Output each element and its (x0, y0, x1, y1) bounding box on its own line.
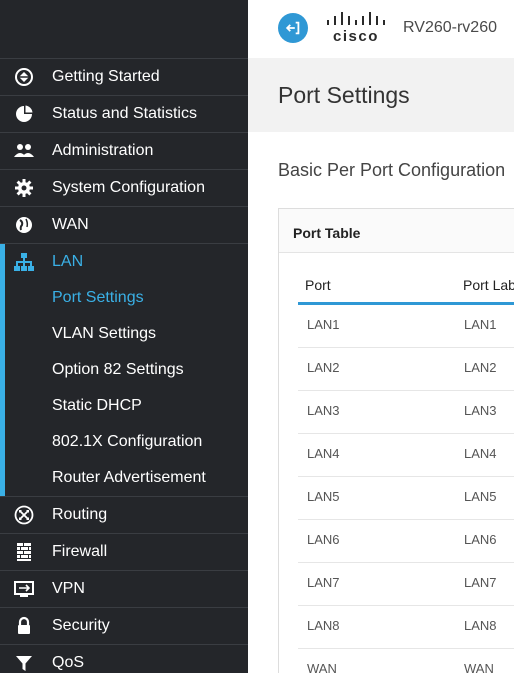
port-cell: LAN3 (307, 403, 340, 418)
table-row[interactable]: LAN2 LAN2 (298, 348, 514, 391)
compass-icon (13, 66, 35, 88)
subnav-option-82-settings[interactable]: Option 82 Settings (52, 352, 184, 388)
routing-icon (13, 504, 35, 526)
port-cell: LAN2 (307, 360, 340, 375)
table-row[interactable]: LAN7 LAN7 (298, 563, 514, 606)
port-table-header: Port Table (279, 209, 514, 253)
nav-label: QoS (52, 654, 85, 671)
table-row[interactable]: LAN6 LAN6 (298, 520, 514, 563)
nav-lan[interactable]: LAN (0, 243, 248, 280)
device-name: RV260-rv260 (403, 19, 497, 36)
port-label-cell: LAN3 (464, 403, 497, 418)
port-cell: LAN4 (307, 446, 340, 461)
column-header-port[interactable]: Port (305, 277, 331, 293)
nav-label: Routing (52, 506, 108, 523)
subnav-port-settings[interactable]: Port Settings (52, 280, 144, 316)
pie-chart-icon (13, 103, 35, 125)
port-cell: LAN1 (307, 317, 340, 332)
table-row[interactable]: WAN WAN (298, 649, 514, 673)
nav-label: Status and Statistics (52, 105, 197, 122)
subnav-router-advertisement[interactable]: Router Advertisement (52, 460, 206, 496)
table-row[interactable]: LAN1 LAN1 (298, 305, 514, 348)
globe-icon (13, 214, 35, 236)
nav-administration[interactable]: Administration (0, 132, 248, 169)
port-cell: LAN8 (307, 618, 340, 633)
page-header: Port Settings (248, 58, 514, 132)
exit-arrow-icon (284, 19, 302, 37)
subnav-static-dhcp[interactable]: Static DHCP (52, 388, 142, 424)
page-title: Port Settings (278, 82, 410, 108)
nav-qos[interactable]: QoS (0, 644, 248, 673)
section-title: Basic Per Port Configuration (278, 160, 506, 180)
nav-firewall[interactable]: Firewall (0, 533, 248, 570)
nav-label: VPN (52, 580, 85, 597)
port-cell: LAN6 (307, 532, 340, 547)
nav-label: WAN (52, 216, 89, 233)
filter-icon (13, 652, 35, 673)
nav-label: System Configuration (52, 179, 205, 196)
gear-icon (13, 177, 35, 199)
nav-status-statistics[interactable]: Status and Statistics (0, 95, 248, 132)
column-header-port-label[interactable]: Port Label (463, 277, 514, 293)
top-header: cisco RV260-rv260 (248, 0, 514, 58)
port-table-panel: Port Table Port Port Label LAN1 LAN1 LAN… (278, 208, 514, 673)
sidebar-nav: Getting Started Status and Statistics Ad… (0, 0, 248, 673)
port-label-cell: LAN2 (464, 360, 497, 375)
cisco-logo: cisco (326, 12, 388, 46)
network-icon (13, 251, 35, 273)
nav-label: Administration (52, 142, 154, 159)
subnav-8021x-configuration[interactable]: 802.1X Configuration (52, 424, 202, 460)
lock-icon (13, 615, 35, 637)
table-row[interactable]: LAN8 LAN8 (298, 606, 514, 649)
port-cell: WAN (307, 661, 337, 673)
nav-getting-started[interactable]: Getting Started (0, 58, 248, 95)
nav-label: Firewall (52, 543, 108, 560)
port-label-cell: LAN1 (464, 317, 497, 332)
port-table-title: Port Table (293, 225, 361, 241)
users-icon (13, 140, 35, 162)
table-row[interactable]: LAN3 LAN3 (298, 391, 514, 434)
nav-label: Security (52, 617, 110, 634)
nav-routing[interactable]: Routing (0, 496, 248, 533)
nav-wan[interactable]: WAN (0, 206, 248, 243)
collapse-menu-button[interactable] (278, 13, 308, 43)
port-label-cell: LAN4 (464, 446, 497, 461)
nav-label: Getting Started (52, 68, 160, 85)
monitor-icon (13, 578, 35, 600)
port-label-cell: WAN (464, 661, 494, 673)
port-cell: LAN5 (307, 489, 340, 504)
nav-vpn[interactable]: VPN (0, 570, 248, 607)
table-row[interactable]: LAN5 LAN5 (298, 477, 514, 520)
firewall-icon (13, 541, 35, 563)
nav-system-configuration[interactable]: System Configuration (0, 169, 248, 206)
nav-label: LAN (52, 253, 84, 270)
port-label-cell: LAN6 (464, 532, 497, 547)
port-label-cell: LAN8 (464, 618, 497, 633)
port-label-cell: LAN5 (464, 489, 497, 504)
table-row[interactable]: LAN4 LAN4 (298, 434, 514, 477)
active-indicator (0, 244, 5, 496)
nav-security[interactable]: Security (0, 607, 248, 644)
subnav-vlan-settings[interactable]: VLAN Settings (52, 316, 156, 352)
brand-name: cisco (333, 28, 379, 45)
port-label-cell: LAN7 (464, 575, 497, 590)
port-cell: LAN7 (307, 575, 340, 590)
